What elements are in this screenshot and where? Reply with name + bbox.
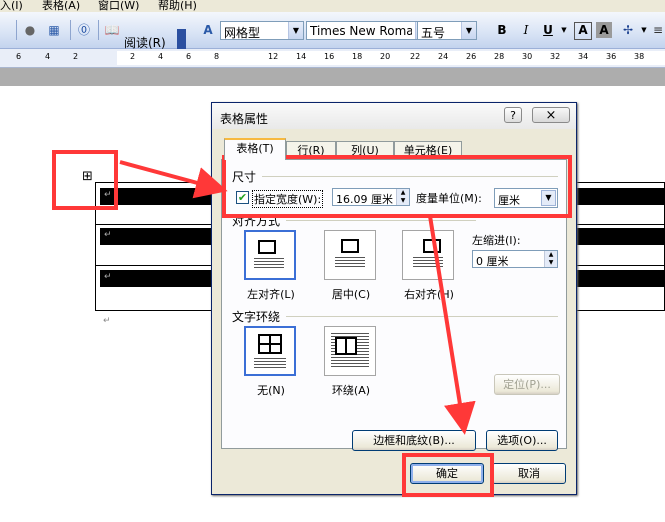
annotation-arrow	[428, 215, 476, 435]
tab-table[interactable]: 表格(T)	[224, 138, 286, 160]
annotation-arrows	[119, 160, 476, 435]
annotation-arrow	[119, 160, 228, 199]
